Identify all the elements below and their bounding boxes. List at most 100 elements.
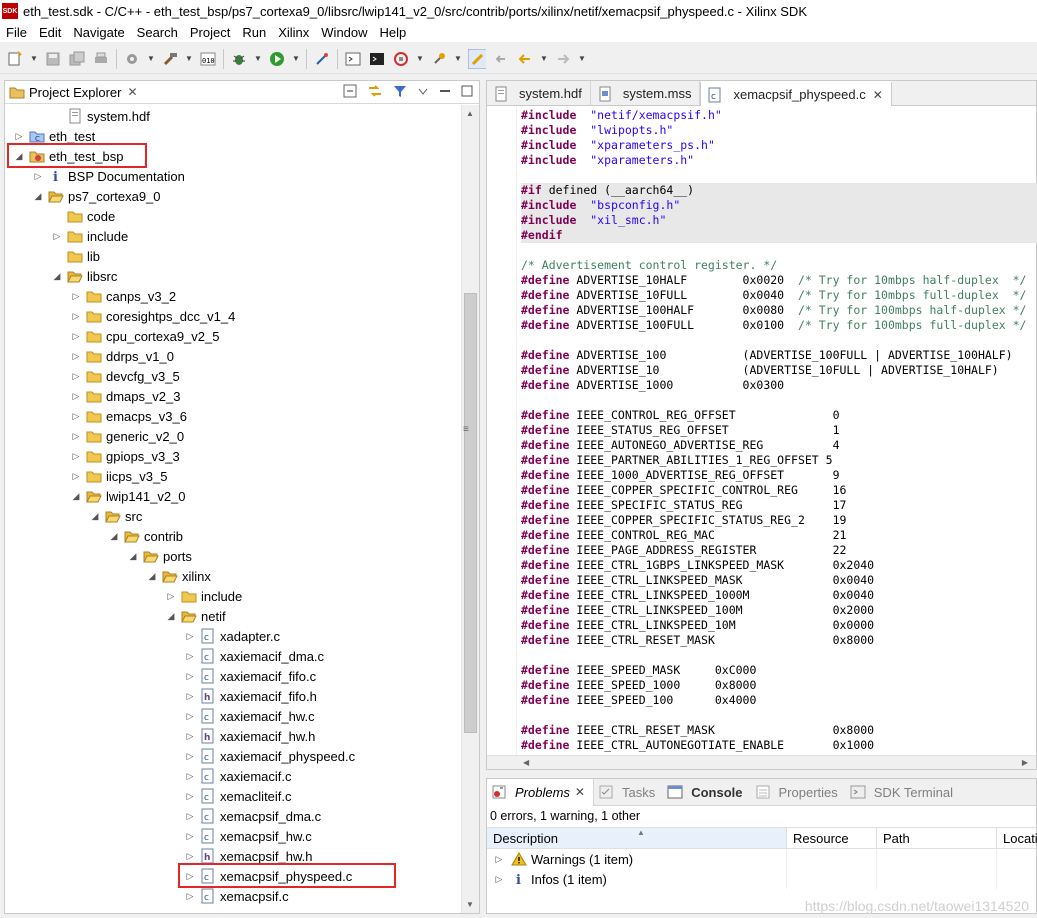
highlight-pen-icon[interactable] — [468, 48, 486, 69]
menu-edit[interactable]: Edit — [33, 25, 67, 40]
program-dropdown-caret[interactable]: ▼ — [416, 50, 424, 68]
filter-icon[interactable] — [393, 84, 407, 98]
menu-window[interactable]: Window — [315, 25, 373, 40]
print-icon[interactable] — [92, 50, 110, 68]
close-icon[interactable]: ✕ — [873, 88, 883, 102]
expand-arrow-icon[interactable]: ▷ — [184, 791, 196, 802]
menu-navigate[interactable]: Navigate — [67, 25, 130, 40]
tree-item[interactable]: ▷ dmaps_v2_3 — [70, 386, 181, 406]
problem-group-row[interactable]: ▷ i Infos (1 item) — [487, 869, 1036, 889]
scrollbar-thumb[interactable] — [464, 293, 477, 733]
scroll-down-icon[interactable]: ▼ — [466, 900, 474, 909]
tree-item[interactable]: ◢ xilinx — [146, 566, 211, 586]
project-tree-scrollbar[interactable]: ▲ ▼ — [461, 105, 479, 913]
menu-search[interactable]: Search — [131, 25, 184, 40]
expand-arrow-icon[interactable]: ▷ — [51, 231, 63, 242]
tree-item[interactable]: ▷ gpiops_v3_3 — [70, 446, 180, 466]
back-arrow-icon[interactable] — [516, 50, 534, 68]
tree-item[interactable]: ▷ emacps_v3_6 — [70, 406, 187, 426]
expand-arrow-icon[interactable]: ▷ — [184, 731, 196, 742]
menu-help[interactable]: Help — [374, 25, 413, 40]
tree-item[interactable]: system.hdf — [51, 106, 150, 126]
expand-arrow-icon[interactable]: ▷ — [165, 591, 177, 602]
view-menu-icon[interactable] — [417, 85, 429, 97]
collapse-all-icon[interactable] — [343, 84, 357, 98]
close-icon[interactable]: ✕ — [127, 85, 137, 99]
expand-arrow-icon[interactable]: ▷ — [70, 451, 82, 462]
expand-arrow-icon[interactable]: ▷ — [184, 811, 196, 822]
tree-item[interactable]: ▷ iicps_v3_5 — [70, 466, 168, 486]
collapse-arrow-icon[interactable]: ◢ — [89, 511, 101, 522]
tree-item[interactable]: ▷ c xemacpsif_physpeed.c — [184, 866, 352, 886]
tree-item[interactable]: ▷ c xadapter.c — [184, 626, 280, 646]
column-header-resource[interactable]: Resource — [787, 828, 877, 848]
expand-arrow-icon[interactable]: ▷ — [184, 831, 196, 842]
tree-item[interactable]: ▷ include — [165, 586, 243, 606]
program-fpga-icon[interactable] — [392, 50, 410, 68]
tree-item[interactable]: ▷ c xemacpsif_dma.c — [184, 806, 321, 826]
tree-item[interactable]: ▷ include — [51, 226, 129, 246]
expand-arrow-icon[interactable]: ▷ — [70, 351, 82, 362]
tree-item[interactable]: ◢ libsrc — [51, 266, 118, 286]
project-explorer-tab[interactable]: Project Explorer ✕ — [9, 84, 138, 100]
back-dropdown-caret[interactable]: ▼ — [540, 50, 548, 68]
settings-gear-icon[interactable] — [123, 50, 141, 68]
editor-tab[interactable]: system.hdf — [487, 81, 591, 106]
expand-arrow-icon[interactable]: ▷ — [70, 311, 82, 322]
tree-item[interactable]: ▷ c xaxiemacif_fifo.c — [184, 666, 316, 686]
binary-icon[interactable]: 010 — [199, 50, 217, 68]
expand-arrow-icon[interactable]: ▷ — [493, 854, 505, 865]
minimize-icon[interactable] — [439, 85, 451, 97]
xsct-console-icon[interactable] — [344, 50, 362, 68]
maximize-icon[interactable] — [461, 85, 473, 97]
scroll-up-icon[interactable]: ▲ — [466, 109, 474, 118]
column-header-description[interactable]: ▲ Description — [487, 828, 787, 848]
build-hammer-icon[interactable] — [161, 50, 179, 68]
collapse-arrow-icon[interactable]: ◢ — [108, 531, 120, 542]
collapse-arrow-icon[interactable]: ◢ — [70, 491, 82, 502]
expand-arrow-icon[interactable]: ▷ — [184, 851, 196, 862]
expand-arrow-icon[interactable]: ▷ — [32, 171, 44, 182]
expand-arrow-icon[interactable]: ▷ — [70, 431, 82, 442]
run-dropdown-caret[interactable]: ▼ — [292, 50, 300, 68]
scroll-right-icon[interactable]: ▶ — [1022, 758, 1028, 767]
tree-item[interactable]: ▷ devcfg_v3_5 — [70, 366, 180, 386]
collapse-arrow-icon[interactable]: ◢ — [127, 551, 139, 562]
tree-item[interactable]: ▷ c xemacpsif.c — [184, 886, 289, 906]
tree-item[interactable]: ▷ h xaxiemacif_fifo.h — [184, 686, 317, 706]
tree-item[interactable]: ◢ contrib — [108, 526, 184, 546]
new-dropdown-caret[interactable]: ▼ — [30, 50, 38, 68]
probe-icon[interactable] — [313, 50, 331, 68]
build-dropdown-caret[interactable]: ▼ — [185, 50, 193, 68]
editor-horizontal-scrollbar[interactable]: ◀ ▶ — [487, 755, 1036, 769]
run-icon[interactable] — [268, 50, 286, 68]
tree-item[interactable]: ◢ ports — [127, 546, 192, 566]
save-icon[interactable] — [44, 50, 62, 68]
collapse-arrow-icon[interactable]: ◢ — [165, 611, 177, 622]
tree-item[interactable]: ◢ src — [89, 506, 143, 526]
tree-item[interactable]: ▷ generic_v2_0 — [70, 426, 185, 446]
tree-item[interactable]: ▷ c xemacliteif.c — [184, 786, 292, 806]
expand-arrow-icon[interactable]: ▷ — [70, 371, 82, 382]
settings-dropdown-caret[interactable]: ▼ — [147, 50, 155, 68]
collapse-arrow-icon[interactable]: ◢ — [13, 151, 25, 162]
expand-arrow-icon[interactable]: ▷ — [70, 391, 82, 402]
bottom-tab[interactable]: Tasks — [594, 779, 663, 806]
debug-dropdown-caret[interactable]: ▼ — [254, 50, 262, 68]
column-header-path[interactable]: Path — [877, 828, 997, 848]
tree-item[interactable]: ◢ eth_test_bsp — [13, 146, 124, 166]
expand-arrow-icon[interactable]: ▷ — [70, 291, 82, 302]
tree-item[interactable]: ◢ netif — [165, 606, 226, 626]
tree-item[interactable]: ▷ c xaxiemacif_hw.c — [184, 706, 315, 726]
tree-item[interactable]: ▷ h xaxiemacif_hw.h — [184, 726, 315, 746]
link-with-editor-icon[interactable] — [367, 84, 383, 98]
bottom-tab[interactable]: Properties — [751, 779, 846, 806]
collapse-arrow-icon[interactable]: ◢ — [146, 571, 158, 582]
pin-dropdown-caret[interactable]: ▼ — [454, 50, 462, 68]
menu-project[interactable]: Project — [184, 25, 236, 40]
close-icon[interactable]: ✕ — [575, 785, 585, 799]
expand-arrow-icon[interactable]: ▷ — [184, 691, 196, 702]
scroll-left-icon[interactable]: ◀ — [523, 758, 529, 767]
tree-item[interactable]: ▷ Ceth_test — [13, 126, 96, 146]
tree-item[interactable]: ▷ h xemacpsif_hw.h — [184, 846, 313, 866]
